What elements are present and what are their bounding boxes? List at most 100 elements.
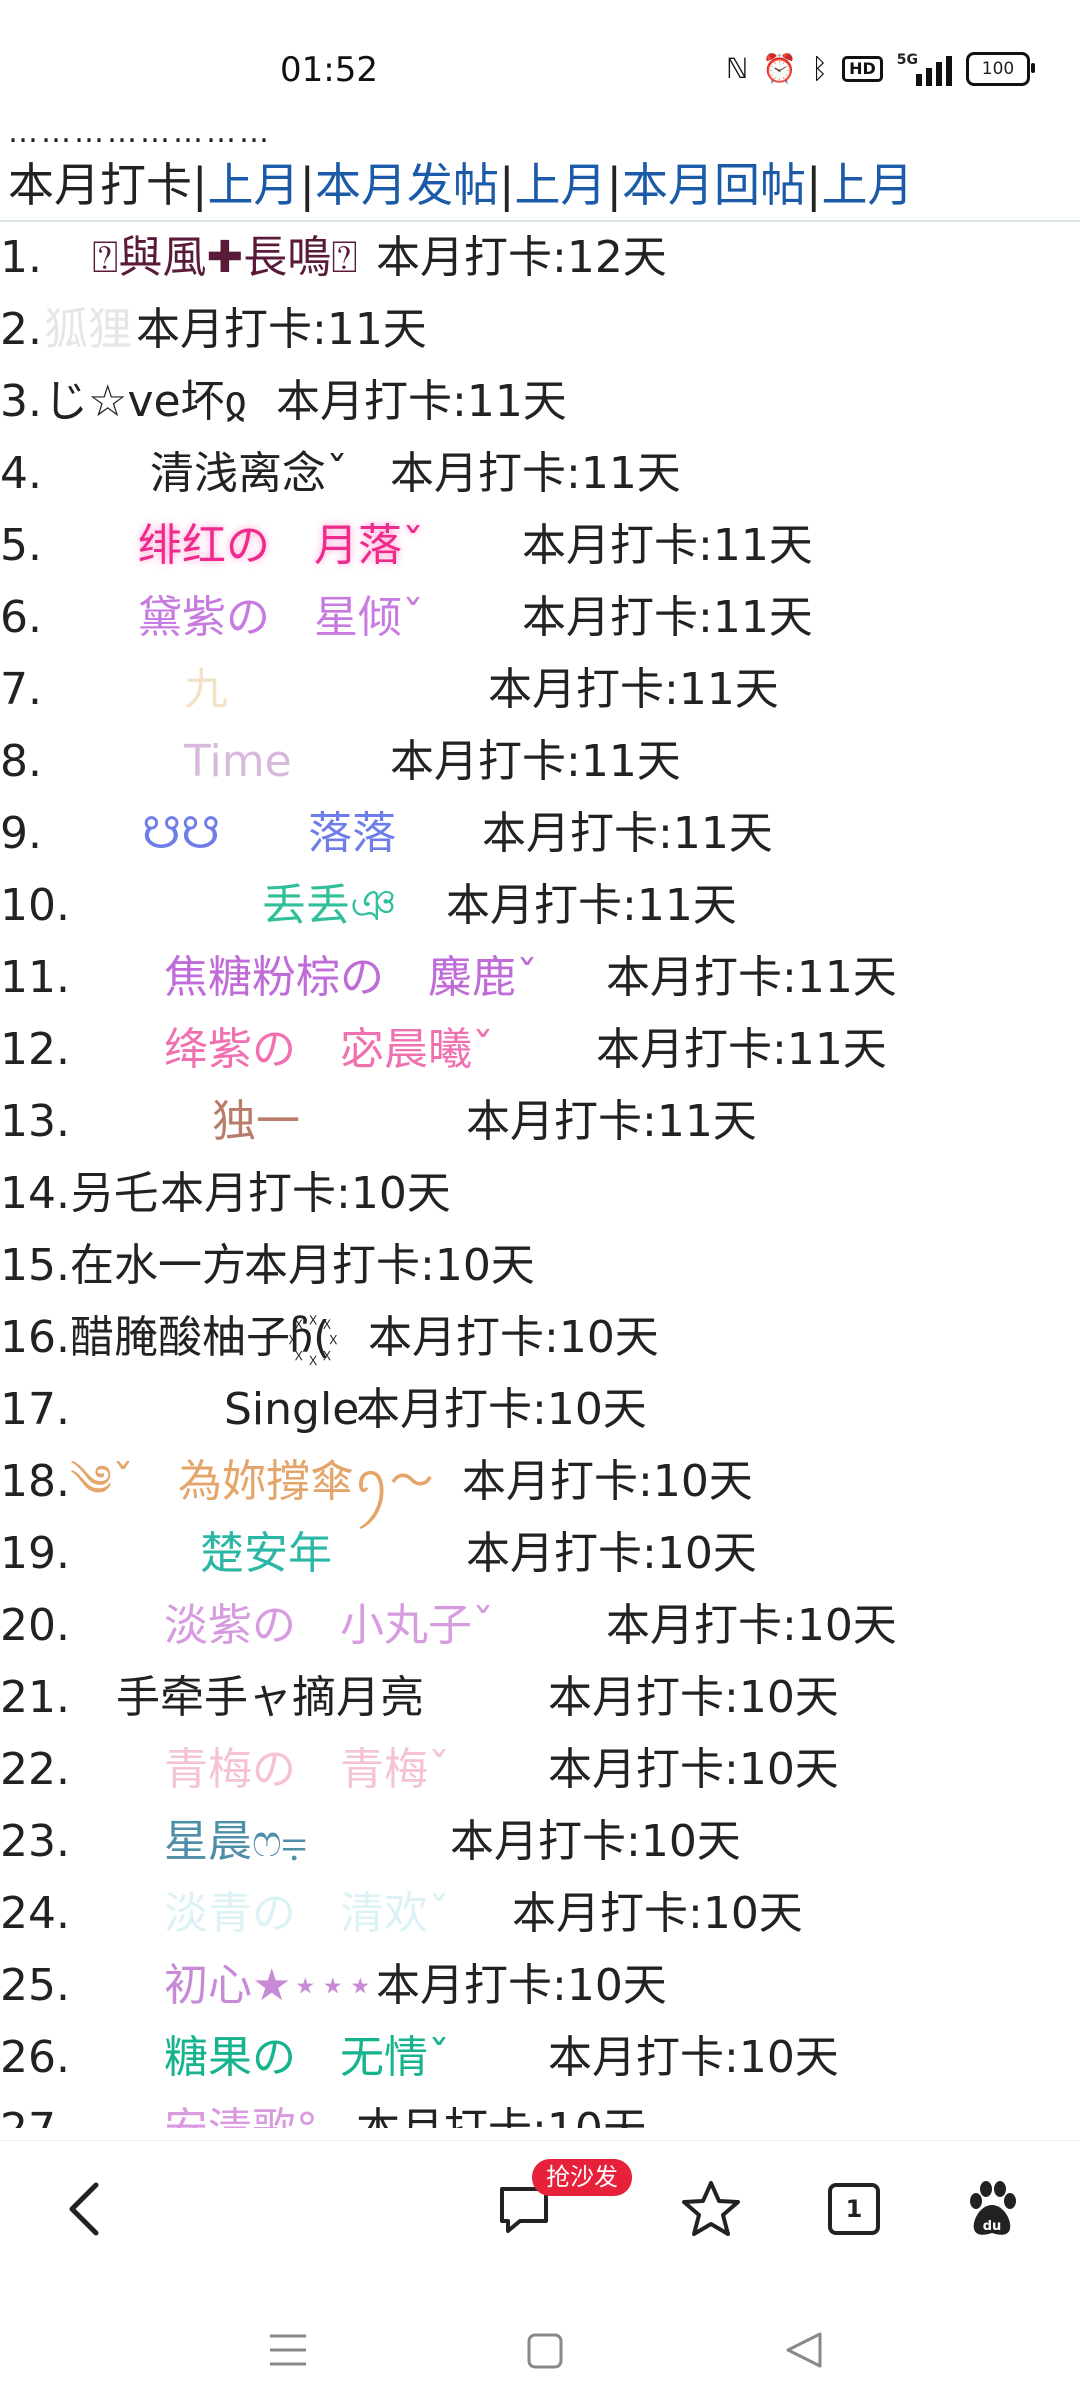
status-icons: ℕ ⏰ ᛒ HD 5G 100 [725, 52, 1035, 86]
username[interactable]: 初心★⋆⋆⋆ [164, 1956, 374, 2016]
username[interactable]: 叧乇 [70, 1164, 158, 1224]
checkin-days: 本月打卡:10天 [356, 1384, 647, 1435]
username[interactable]: 糖果の 无情ˇ [164, 2028, 450, 2088]
tab-posts-last-month[interactable]: 上月 [515, 158, 607, 212]
username[interactable]: 清浅离念ˇ [150, 444, 348, 504]
checkin-days: 本月打卡:10天 [548, 1672, 839, 1723]
username[interactable]: ☋☋ 落落 [142, 804, 396, 864]
hd-icon: HD [842, 56, 883, 82]
rank-number: 10. [0, 880, 70, 931]
username[interactable]: 淡紫の 小丸子ˇ [164, 1596, 494, 1656]
rank-number: 25. [0, 1960, 70, 2011]
tab-replies-month[interactable]: 本月回帖 [622, 158, 806, 212]
tab-replies-last-month[interactable]: 上月 [822, 158, 914, 212]
battery-icon: 100 [966, 52, 1035, 86]
username[interactable]: Single [224, 1380, 359, 1440]
checkin-days: 本月打卡:11天 [488, 664, 779, 715]
username[interactable]: 手牵手ャ摘月亮 [116, 1668, 424, 1728]
sofa-badge[interactable]: 抢沙发 [532, 2159, 632, 2196]
checkin-days: 本月打卡:10天 [548, 2032, 839, 2083]
username[interactable]: 青梅の 青梅ˇ [164, 1740, 450, 1800]
rank-number: 16. [0, 1312, 70, 1363]
rank-number: 20. [0, 1600, 70, 1651]
status-time: 01:52 [280, 50, 378, 90]
checkin-days: 本月打卡:10天 [462, 1456, 753, 1507]
rank-number: 9. [0, 808, 42, 859]
username[interactable]: 狐狸 [44, 300, 132, 360]
username[interactable]: 九 [184, 660, 228, 720]
username[interactable]: Time [184, 732, 292, 792]
rank-number: 12. [0, 1024, 70, 1075]
rank-number: 15. [0, 1240, 70, 1291]
back-button[interactable] [62, 2179, 106, 2243]
rank-number: 26. [0, 2032, 70, 2083]
tab-checkin-last-month[interactable]: 上月 [208, 158, 300, 212]
bluetooth-icon: ᛒ [811, 52, 829, 85]
username[interactable]: 星晨ෆ⩦ [164, 1812, 307, 1872]
username[interactable]: 淡青の 清欢ˇ [164, 1884, 450, 1944]
username[interactable]: ༄ˇ 為妳撐傘ꪆ〜 [70, 1452, 434, 1512]
rank-number: 22. [0, 1744, 70, 1795]
checkin-days: 本月打卡:11天 [596, 1024, 887, 1075]
tab-posts-month[interactable]: 本月发帖 [315, 158, 499, 212]
rank-number: 1. [0, 232, 42, 283]
rank-number: 8. [0, 736, 42, 787]
status-bar: 01:52 ℕ ⏰ ᛒ HD 5G 100 [0, 0, 1080, 120]
checkin-days: 本月打卡:11天 [390, 448, 681, 499]
username[interactable]: 黛紫の 星倾ˇ [138, 588, 424, 648]
username[interactable]: 绛紫の 宓晨曦ˇ [164, 1020, 494, 1080]
checkin-days: 本月打卡:10天 [466, 1528, 757, 1579]
checkin-days: 本月打卡:11天 [276, 376, 567, 427]
checkin-days: 本月打卡:10天 [512, 1888, 803, 1939]
rank-number: 5. [0, 520, 42, 571]
username[interactable]: 醋腌酸柚子ჩ꙰( [70, 1308, 330, 1368]
checkin-days: 本月打卡:10天 [548, 1744, 839, 1795]
nfc-icon: ℕ [725, 52, 749, 85]
checkin-days: 本月打卡:11天 [606, 952, 897, 1003]
tabs-count: 1 [845, 2195, 863, 2223]
username[interactable]: ⍰與風✚長鳴⍰ [92, 228, 358, 288]
checkin-days: 本月打卡:10天 [244, 1240, 535, 1291]
username[interactable]: 在水一方 [70, 1236, 246, 1296]
tabs-button[interactable]: 1 [828, 2179, 880, 2235]
checkin-days: 本月打卡:10天 [368, 1312, 659, 1363]
tabs-divider [0, 220, 1080, 222]
tab-checkin-month[interactable]: 本月打卡 [8, 158, 192, 212]
rank-number: 24. [0, 1888, 70, 1939]
rank-number: 13. [0, 1096, 70, 1147]
checkin-days: 本月打卡:11天 [482, 808, 773, 859]
back-arrow-icon [69, 2182, 99, 2236]
username[interactable]: 安清歌° [164, 2100, 318, 2128]
username[interactable]: 独一 [212, 1092, 300, 1152]
username[interactable]: じ☆ve坏ჲ [44, 372, 247, 432]
back-triangle-icon[interactable] [784, 2330, 824, 2370]
rank-number: 3. [0, 376, 42, 427]
checkin-days: 本月打卡:10天 [450, 1816, 741, 1867]
rank-number: 19. [0, 1528, 70, 1579]
username[interactable]: 焦糖粉棕の 麋鹿ˇ [164, 948, 538, 1008]
rank-number: 21. [0, 1672, 70, 1723]
bottom-toolbar: 抢沙发 1 du [0, 2140, 1080, 2271]
system-nav-bar [0, 2290, 1080, 2400]
checkin-days: 本月打卡:11天 [522, 592, 813, 643]
checkin-days: 本月打卡:11天 [390, 736, 681, 787]
favorite-button[interactable] [680, 2179, 742, 2243]
checkin-days: 本月打卡:10天 [160, 1168, 451, 1219]
checkin-days: 本月打卡:12天 [376, 232, 667, 283]
tabs-count-icon: 1 [828, 2183, 880, 2235]
baidu-button[interactable]: du [964, 2179, 1020, 2243]
username[interactable]: 楚安年 [200, 1524, 332, 1584]
home-icon[interactable] [526, 2332, 564, 2370]
checkin-days: 本月打卡:10天 [606, 1600, 897, 1651]
rank-number: 2. [0, 304, 42, 355]
username[interactable]: 丢丢ঞ [262, 876, 396, 936]
rank-number: 4. [0, 448, 42, 499]
rank-number: 18. [0, 1456, 70, 1507]
tab-separator: | [806, 158, 822, 212]
rank-number: 7. [0, 664, 42, 715]
menu-icon[interactable] [268, 2332, 308, 2368]
rank-number: 11. [0, 952, 70, 1003]
username[interactable]: 绯红の 月落ˇ [138, 516, 424, 576]
rank-number: 6. [0, 592, 42, 643]
tab-separator: | [499, 158, 515, 212]
